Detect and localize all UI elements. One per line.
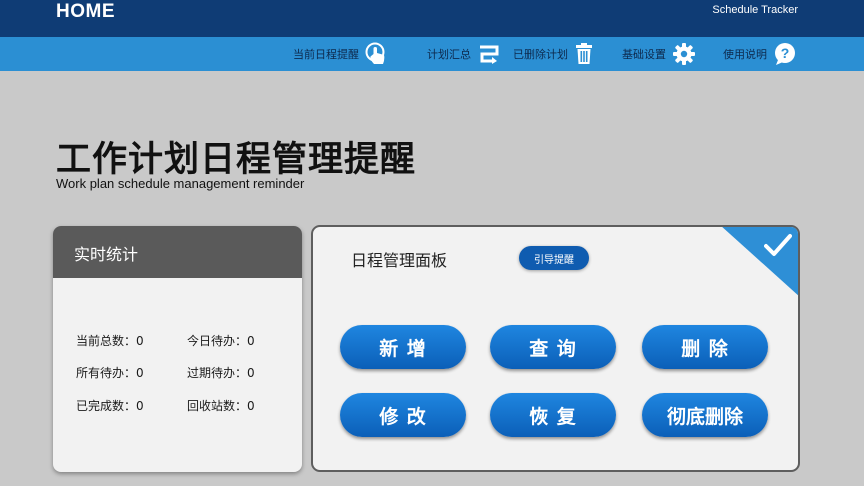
stat-overdue-todo: 过期待办：0 <box>187 366 255 380</box>
stat-recycle-bin: 回收站数：0 <box>187 399 255 413</box>
stats-card: 实时统计 当前总数：0 今日待办：0 所有待办：0 过期待办：0 已完成数：0 … <box>53 226 302 472</box>
summary-arrow-icon <box>477 44 501 64</box>
page-title: 工作计划日程管理提醒 <box>56 140 417 180</box>
checkmark-icon <box>764 234 792 256</box>
nav-item-settings[interactable]: 基础设置 <box>622 37 696 71</box>
trash-icon <box>574 43 594 65</box>
home-title[interactable]: HOME <box>56 1 115 23</box>
nav-item-reminder[interactable]: 当前日程提醒 <box>293 37 387 71</box>
nav-item-reminder-label: 当前日程提醒 <box>293 48 359 61</box>
panel-title: 日程管理面板 <box>351 251 448 270</box>
svg-text:?: ? <box>781 45 790 61</box>
brand-label: Schedule Tracker <box>712 4 798 16</box>
restore-button[interactable]: 恢 复 <box>490 393 616 437</box>
delete-button[interactable]: 删 除 <box>642 325 768 369</box>
nav-item-summary-label: 计划汇总 <box>427 48 471 61</box>
nav-item-deleted[interactable]: 已删除计划 <box>513 37 594 71</box>
corner-ribbon <box>720 227 798 297</box>
nav-item-help-label: 使用说明 <box>723 48 767 61</box>
nav-bar: 当前日程提醒 计划汇总 已删除计划 基础设置 使用说明 ? <box>0 37 864 71</box>
nav-item-summary[interactable]: 计划汇总 <box>427 37 501 71</box>
schedule-panel: 日程管理面板 引导提醒 新 增 查 询 删 除 修 改 恢 复 彻底删除 <box>311 225 800 472</box>
help-bubble-icon: ? <box>773 42 797 66</box>
nav-item-deleted-label: 已删除计划 <box>513 48 568 61</box>
stats-header: 实时统计 <box>53 226 302 278</box>
stat-all-todo: 所有待办：0 <box>76 366 144 380</box>
guide-reminder-button[interactable]: 引导提醒 <box>519 246 589 270</box>
nav-item-settings-label: 基础设置 <box>622 48 666 61</box>
stat-today-todo: 今日待办：0 <box>187 334 255 348</box>
add-button[interactable]: 新 增 <box>340 325 466 369</box>
top-bar: HOME Schedule Tracker <box>0 0 864 37</box>
nav-item-help[interactable]: 使用说明 ? <box>723 37 797 71</box>
touch-hand-icon <box>365 42 387 66</box>
page-subtitle: Work plan schedule management reminder <box>56 176 305 191</box>
stat-completed: 已完成数：0 <box>76 399 144 413</box>
gear-icon <box>672 42 696 66</box>
query-button[interactable]: 查 询 <box>490 325 616 369</box>
purge-button[interactable]: 彻底删除 <box>642 393 768 437</box>
edit-button[interactable]: 修 改 <box>340 393 466 437</box>
stat-total: 当前总数：0 <box>76 334 144 348</box>
